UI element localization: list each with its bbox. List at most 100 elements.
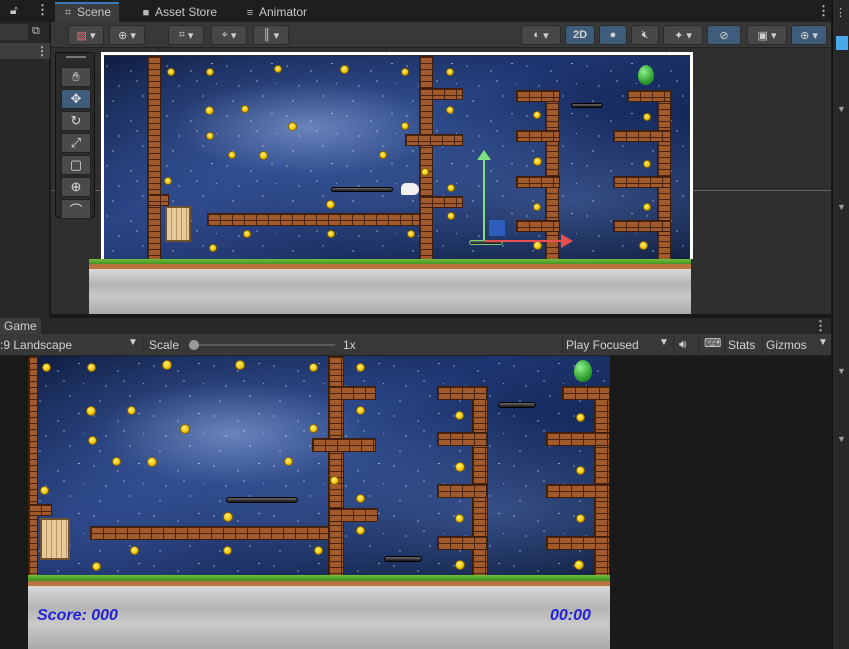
chevron-down-icon[interactable]: ▼ xyxy=(837,202,846,212)
camera-button[interactable]: ▣ ▾ xyxy=(747,25,787,45)
scene-viewport[interactable] xyxy=(51,48,831,314)
lighting-toggle-button[interactable]: ● xyxy=(599,25,627,45)
play-mode-value: Play Focused xyxy=(566,338,639,352)
gizmo-x-axis[interactable] xyxy=(485,240,567,242)
scene-more-menu-icon[interactable]: ⋮ xyxy=(817,3,830,19)
grid-lines-icon: ║ xyxy=(262,29,271,41)
tab-game[interactable]: Game xyxy=(0,318,41,334)
scale-label: Scale xyxy=(149,338,180,352)
gizmos-chevron-down-icon[interactable]: ▼ xyxy=(818,337,828,348)
brick-ledge xyxy=(546,536,610,550)
create-icon[interactable]: ⧉ xyxy=(32,25,40,38)
increment-snap-button[interactable]: ⌖ ▾ xyxy=(211,25,247,45)
coin xyxy=(87,363,96,372)
stats-button[interactable]: Stats xyxy=(728,338,755,352)
shading-mode-button[interactable]: ◐ ▾ xyxy=(521,25,561,45)
brick-wall xyxy=(28,356,38,578)
coin xyxy=(574,560,584,570)
animator-icon: ≡ xyxy=(246,7,254,19)
brick-ledge xyxy=(437,386,487,400)
gizmos-globe-icon: ⊕ xyxy=(800,29,810,42)
coin xyxy=(455,514,464,523)
more-menu-icon[interactable]: ⋮ xyxy=(36,2,49,18)
grid-visibility-button[interactable]: ║ ▾ xyxy=(253,25,289,45)
row-menu-icon[interactable]: ⋮ xyxy=(36,44,48,58)
tab-scene[interactable]: ⌗ Scene xyxy=(55,2,120,22)
tab-asset-store-label: Asset Store xyxy=(155,5,218,19)
hierarchy-row[interactable]: ⋮ xyxy=(0,43,50,59)
gizmo-y-arrow-icon[interactable] xyxy=(477,150,491,160)
audio-toggle-button[interactable]: 🔇︎ xyxy=(631,25,659,45)
move-icon: ✥ xyxy=(70,91,82,106)
coin xyxy=(455,462,465,472)
game-viewport[interactable]: Score: 000 00:00 xyxy=(0,356,831,649)
scale-tool-button[interactable]: ⤢ xyxy=(61,133,91,153)
rect-tool-button[interactable]: ▢ xyxy=(61,155,91,175)
score-text: Score: 000 xyxy=(37,607,118,624)
coin xyxy=(314,546,323,555)
coin xyxy=(127,406,136,415)
effects-icon: ✦ xyxy=(674,29,684,42)
draw-mode-icon: ▨ xyxy=(76,29,87,42)
coin xyxy=(356,363,365,372)
coin xyxy=(147,457,157,467)
lock-icon[interactable]: 🔓︎ xyxy=(10,3,18,18)
global-local-button[interactable]: ⊕ ▾ xyxy=(109,25,145,45)
speaker-icon[interactable]: 🔊︎ xyxy=(679,337,687,352)
brick-ledge xyxy=(28,504,52,516)
move-tool-button[interactable]: ✥ xyxy=(61,89,91,109)
chevron-down-icon[interactable]: ▼ xyxy=(837,434,846,444)
coin xyxy=(576,514,585,523)
grid-icon: ⌗ xyxy=(64,7,72,19)
timer-text: 00:00 xyxy=(550,607,591,624)
coin xyxy=(330,476,339,485)
scale-slider[interactable] xyxy=(189,340,335,350)
draw-mode-button[interactable]: ▨ ▾ xyxy=(68,25,104,45)
game-background-image xyxy=(28,356,610,578)
2d-mode-label: 2D xyxy=(572,29,588,41)
chevron-down-icon[interactable]: ▼ xyxy=(837,104,846,114)
snap-icon: ⌖ xyxy=(221,28,228,41)
keyboard-icon[interactable]: ⌨︎ xyxy=(704,336,721,350)
coin xyxy=(223,546,232,555)
play-mode-dropdown[interactable]: Play Focused ▼ xyxy=(563,334,673,356)
gizmos-button[interactable]: ⊕ ▾ xyxy=(791,25,827,45)
gizmo-x-arrow-icon[interactable] xyxy=(561,234,573,248)
grid-snap-button[interactable]: ⌗ ▾ xyxy=(168,25,204,45)
scale-slider-thumb[interactable] xyxy=(189,340,199,350)
coin xyxy=(112,457,121,466)
aspect-dropdown[interactable]: :9 Landscape ▼ xyxy=(0,334,141,356)
tab-asset-store[interactable]: ■ Asset Store xyxy=(133,2,225,22)
hierarchy-tab-bar: 🔓︎ ⋮ xyxy=(0,0,50,22)
scene-visibility-button[interactable]: ⊘ xyxy=(707,25,741,45)
2d-mode-button[interactable]: 2D xyxy=(565,25,595,45)
lightbulb-icon: ● xyxy=(609,29,617,41)
gizmo-plane-handle[interactable] xyxy=(489,220,505,236)
globe-icon: ⊕ xyxy=(118,29,128,42)
transform-icon: ⊕ xyxy=(70,179,82,194)
eye-off-icon: ⊘ xyxy=(719,29,729,42)
game-more-menu-icon[interactable]: ⋮ xyxy=(814,318,827,334)
effects-button[interactable]: ✦ ▾ xyxy=(663,25,703,45)
balloon xyxy=(574,360,592,382)
gizmos-button[interactable]: Gizmos xyxy=(766,338,807,352)
hand-tool-button[interactable]: ✋︎ xyxy=(61,67,91,87)
overlay-drag-handle[interactable] xyxy=(66,56,86,58)
coin xyxy=(284,457,293,466)
custom-tool-button[interactable]: ⌒ xyxy=(61,199,91,219)
coin xyxy=(223,512,233,522)
tab-animator[interactable]: ≡ Animator xyxy=(237,2,315,22)
transform-tool-button[interactable]: ⊕ xyxy=(61,177,91,197)
gizmo-y-axis[interactable] xyxy=(483,156,485,240)
rotate-tool-button[interactable]: ↻ xyxy=(61,111,91,131)
hierarchy-search-input[interactable] xyxy=(0,24,28,40)
chevron-down-icon[interactable]: ▼ xyxy=(837,366,846,376)
divider xyxy=(142,336,143,354)
coin xyxy=(309,424,318,433)
divider xyxy=(762,336,763,354)
coin xyxy=(309,363,318,372)
brick-ledge xyxy=(546,432,610,446)
divider xyxy=(698,336,699,354)
more-menu-icon[interactable]: ⋮ xyxy=(835,6,846,19)
prefab-cube-icon xyxy=(836,36,848,50)
